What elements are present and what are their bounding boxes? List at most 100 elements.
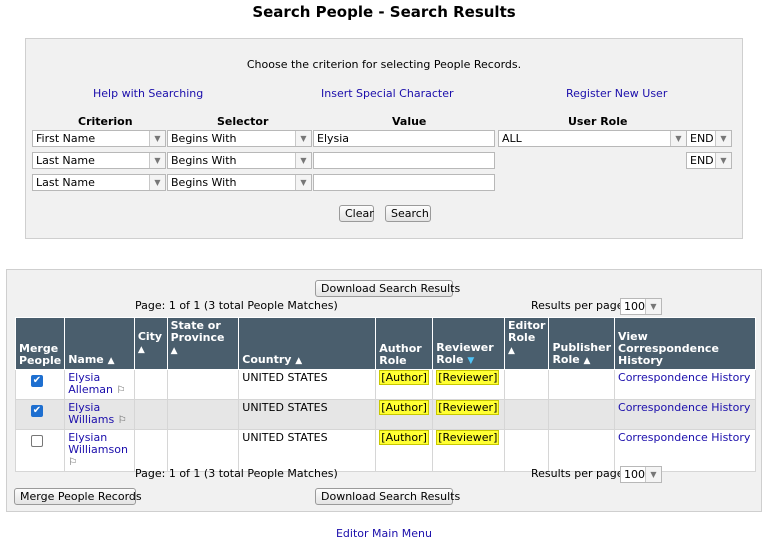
flag-icon[interactable]: ⚐ (117, 385, 126, 396)
search-button[interactable]: Search (385, 205, 431, 222)
user-role-header: User Role (568, 115, 628, 128)
table-header-row: Merge People Name ▲ City ▲ State or Provi… (14, 317, 756, 370)
merge-checkbox[interactable]: ✔ (31, 375, 43, 387)
sort-up-icon[interactable]: ▲ (108, 356, 115, 366)
results-per-page-label-bottom: Results per page (531, 467, 624, 480)
sort-up-icon[interactable]: ▲ (295, 356, 302, 366)
reviewer-role-header[interactable]: Reviewer Role ▼ (432, 317, 506, 370)
reviewer-role-badge[interactable]: [Reviewer] (436, 430, 500, 445)
results-per-page-select-top[interactable]: 100 ▼ (620, 298, 662, 315)
merge-people-header: Merge People (14, 317, 66, 370)
editor-main-menu-link[interactable]: Editor Main Menu (336, 527, 432, 540)
city-cell (133, 369, 168, 400)
chevron-down-icon: ▼ (295, 153, 311, 168)
person-name-link[interactable]: Elysian Williamson (68, 431, 128, 456)
results-per-page-value-bottom: 100 (624, 468, 645, 481)
author-role-badge[interactable]: [Author] (379, 400, 429, 415)
reviewer-role-cell: [Reviewer] (432, 369, 506, 400)
city-header-label: City (137, 330, 163, 343)
connector-select-2[interactable]: END ▼ (686, 152, 732, 169)
correspondence-history-link[interactable]: Correspondence History (618, 431, 750, 444)
page-title: Search People - Search Results (252, 3, 516, 21)
publisher-role-header-label: Publisher Role (552, 341, 612, 366)
user-role-select[interactable]: ALL ▼ (498, 130, 687, 147)
reviewer-role-header-label: Reviewer Role (436, 341, 494, 366)
history-cell: Correspondence History (614, 399, 756, 430)
editor-role-header-label: Editor Role (508, 319, 546, 344)
correspondence-history-header: View Correspondence History (614, 317, 756, 370)
merge-checkbox[interactable] (31, 435, 43, 447)
last-name: Williams (68, 413, 115, 426)
clear-button[interactable]: Clear (339, 205, 374, 222)
chevron-down-icon: ▼ (295, 131, 311, 146)
help-searching-link[interactable]: Help with Searching (93, 87, 203, 100)
sort-up-icon[interactable]: ▲ (508, 346, 515, 356)
person-name-link[interactable]: Elysia Alleman (68, 371, 113, 396)
value-input-3[interactable] (313, 174, 495, 191)
editor-role-cell (504, 369, 550, 400)
merge-checkbox[interactable]: ✔ (31, 405, 43, 417)
selector-select-1[interactable]: Begins With ▼ (167, 130, 312, 147)
editor-main-menu-link-wrap: Editor Main Menu (0, 527, 768, 540)
country-cell: UNITED STATES (238, 399, 377, 430)
correspondence-history-link[interactable]: Correspondence History (618, 401, 750, 414)
sort-up-icon[interactable]: ▲ (171, 346, 178, 356)
merge-cell: ✔ (14, 369, 66, 400)
publisher-role-cell (548, 369, 616, 400)
author-role-badge[interactable]: [Author] (379, 430, 429, 445)
city-cell (133, 429, 168, 472)
state-header[interactable]: State or Province ▲ (166, 317, 240, 370)
editor-role-header[interactable]: Editor Role ▲ (504, 317, 550, 370)
value-header: Value (392, 115, 427, 128)
state-cell (166, 429, 240, 472)
sort-down-icon[interactable]: ▼ (467, 356, 474, 366)
criterion-select-1[interactable]: First Name ▼ (32, 130, 166, 147)
sort-up-icon[interactable]: ▲ (584, 356, 591, 366)
merge-cell: ✔ (14, 399, 66, 430)
search-intro: Choose the criterion for selecting Peopl… (246, 58, 522, 71)
chevron-down-icon: ▼ (715, 131, 731, 146)
criterion-select-3[interactable]: Last Name ▼ (32, 174, 166, 191)
author-role-badge[interactable]: [Author] (379, 370, 429, 385)
country-cell: UNITED STATES (238, 429, 377, 472)
city-header[interactable]: City ▲ (133, 317, 168, 370)
selector-select-3-value: Begins With (171, 176, 237, 189)
country-cell: UNITED STATES (238, 369, 377, 400)
sort-up-icon[interactable]: ▲ (138, 345, 145, 355)
chevron-down-icon: ▼ (645, 299, 661, 314)
correspondence-history-header-label: View Correspondence History (618, 330, 719, 367)
flag-icon[interactable]: ⚐ (68, 457, 77, 468)
author-role-cell: [Author] (375, 369, 434, 400)
last-name: Alleman (68, 383, 114, 396)
insert-special-character-link[interactable]: Insert Special Character (321, 87, 453, 100)
reviewer-role-badge[interactable]: [Reviewer] (436, 400, 500, 415)
country-header-label: Country (242, 353, 292, 366)
history-cell: Correspondence History (614, 369, 756, 400)
download-results-button-top[interactable]: Download Search Results (315, 280, 460, 297)
selector-select-1-value: Begins With (171, 132, 237, 145)
name-header[interactable]: Name ▲ (64, 317, 135, 370)
connector-select-1[interactable]: END ▼ (686, 130, 732, 147)
criterion-select-1-value: First Name (36, 132, 96, 145)
state-header-label: State or Province (170, 319, 225, 344)
publisher-role-header[interactable]: Publisher Role ▲ (548, 317, 616, 370)
author-role-cell: [Author] (375, 429, 434, 472)
table-row: ✔ Elysia Alleman ⚐ UNITED STATES [Author]… (14, 369, 756, 400)
value-input-1[interactable]: Elysia (313, 130, 495, 147)
criterion-select-2[interactable]: Last Name ▼ (32, 152, 166, 169)
correspondence-history-link[interactable]: Correspondence History (618, 371, 750, 384)
selector-select-3[interactable]: Begins With ▼ (167, 174, 312, 191)
flag-icon[interactable]: ⚐ (118, 415, 127, 426)
merge-people-records-button[interactable]: Merge People Records (14, 488, 142, 505)
person-name-link[interactable]: Elysia Williams (68, 401, 114, 426)
results-per-page-select-bottom[interactable]: 100 ▼ (620, 466, 662, 483)
country-header[interactable]: Country ▲ (238, 317, 377, 370)
value-input-2[interactable] (313, 152, 495, 169)
download-results-button-bottom[interactable]: Download Search Results (315, 488, 460, 505)
connector-select-2-value: END (690, 154, 714, 167)
reviewer-role-badge[interactable]: [Reviewer] (436, 370, 500, 385)
results-table: Merge People Name ▲ City ▲ State or Provi… (14, 317, 756, 472)
selector-select-2[interactable]: Begins With ▼ (167, 152, 312, 169)
register-new-user-link[interactable]: Register New User (566, 87, 667, 100)
chevron-down-icon: ▼ (645, 467, 661, 482)
